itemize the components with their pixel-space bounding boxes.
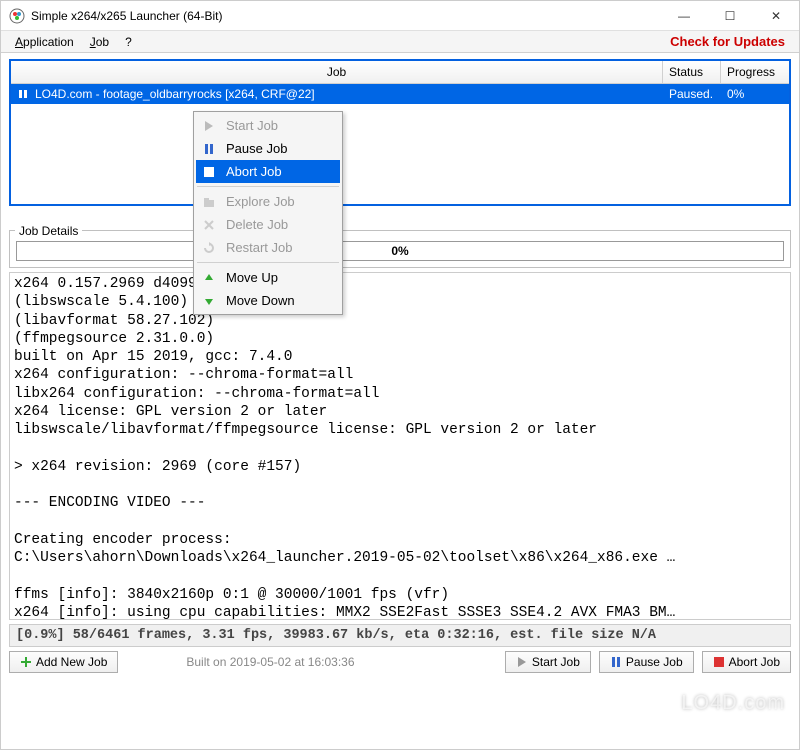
column-header-job[interactable]: Job: [11, 61, 663, 83]
context-menu-pause-job[interactable]: Pause Job: [196, 137, 340, 160]
app-icon: [9, 8, 25, 24]
context-menu-label: Explore Job: [226, 194, 295, 209]
job-details-label: Job Details: [15, 224, 82, 238]
stop-icon: [713, 656, 725, 668]
bottom-toolbar: Add New Job Built on 2019-05-02 at 16:03…: [9, 651, 791, 673]
menu-application[interactable]: Application: [7, 33, 82, 51]
context-menu-abort-job[interactable]: Abort Job: [196, 160, 340, 183]
job-name: LO4D.com - footage_oldbarryrocks [x264, …: [35, 87, 315, 101]
minimize-button[interactable]: —: [661, 1, 707, 31]
log-output[interactable]: x264 0.157.2969 d4099dd (libswscale 5.4.…: [9, 272, 791, 620]
column-header-status[interactable]: Status: [663, 61, 721, 83]
job-details: 0%: [9, 230, 791, 268]
job-status: Paused.: [663, 84, 721, 104]
context-menu-start-job: Start Job: [196, 114, 340, 137]
pause-icon: [17, 88, 29, 100]
close-button[interactable]: ✕: [753, 1, 799, 31]
maximize-button[interactable]: ☐: [707, 1, 753, 31]
progress-bar: 0%: [16, 241, 784, 261]
context-menu-label: Restart Job: [226, 240, 292, 255]
context-menu-separator: [197, 186, 339, 187]
build-info: Built on 2019-05-02 at 16:03:36: [126, 655, 497, 669]
job-list: Job Status Progress LO4D.com - footage_o…: [9, 59, 791, 206]
context-menu: Start Job Pause Job Abort Job Explore Job De…: [193, 111, 343, 315]
plus-icon: [20, 656, 32, 668]
context-menu-label: Abort Job: [226, 164, 282, 179]
pause-icon: [200, 143, 218, 155]
start-job-button[interactable]: Start Job: [505, 651, 591, 673]
pause-icon: [610, 656, 622, 668]
menubar: Application Job ? Check for Updates: [1, 31, 799, 53]
context-menu-separator: [197, 262, 339, 263]
abort-job-button[interactable]: Abort Job: [702, 651, 791, 673]
up-icon: [200, 272, 218, 284]
context-menu-move-down[interactable]: Move Down: [196, 289, 340, 312]
context-menu-label: Pause Job: [226, 141, 287, 156]
folder-icon: [200, 196, 218, 208]
context-menu-delete-job: Delete Job: [196, 213, 340, 236]
status-line: [0.9%] 58/6461 frames, 3.31 fps, 39983.6…: [9, 624, 791, 647]
window-title: Simple x264/x265 Launcher (64-Bit): [31, 9, 661, 23]
add-new-job-button[interactable]: Add New Job: [9, 651, 118, 673]
stop-icon: [200, 166, 218, 178]
progress-percent: 0%: [391, 244, 408, 258]
pause-job-button[interactable]: Pause Job: [599, 651, 694, 673]
column-header-progress[interactable]: Progress: [721, 61, 789, 83]
restart-icon: [200, 242, 218, 254]
job-list-body[interactable]: LO4D.com - footage_oldbarryrocks [x264, …: [11, 84, 789, 204]
menu-help[interactable]: ?: [117, 33, 140, 51]
context-menu-label: Delete Job: [226, 217, 288, 232]
job-list-header: Job Status Progress: [11, 61, 789, 84]
job-progress: 0%: [721, 84, 789, 104]
menu-job[interactable]: Job: [82, 33, 117, 51]
context-menu-explore-job: Explore Job: [196, 190, 340, 213]
watermark: LO4D.com: [681, 692, 785, 715]
window-controls: — ☐ ✕: [661, 1, 799, 31]
context-menu-restart-job: Restart Job: [196, 236, 340, 259]
check-updates-link[interactable]: Check for Updates: [670, 34, 793, 49]
context-menu-move-up[interactable]: Move Up: [196, 266, 340, 289]
titlebar: Simple x264/x265 Launcher (64-Bit) — ☐ ✕: [1, 1, 799, 31]
context-menu-label: Start Job: [226, 118, 278, 133]
delete-icon: [200, 219, 218, 231]
play-icon: [516, 656, 528, 668]
down-icon: [200, 295, 218, 307]
job-row[interactable]: LO4D.com - footage_oldbarryrocks [x264, …: [11, 84, 789, 104]
context-menu-label: Move Down: [226, 293, 295, 308]
play-icon: [200, 120, 218, 132]
context-menu-label: Move Up: [226, 270, 278, 285]
